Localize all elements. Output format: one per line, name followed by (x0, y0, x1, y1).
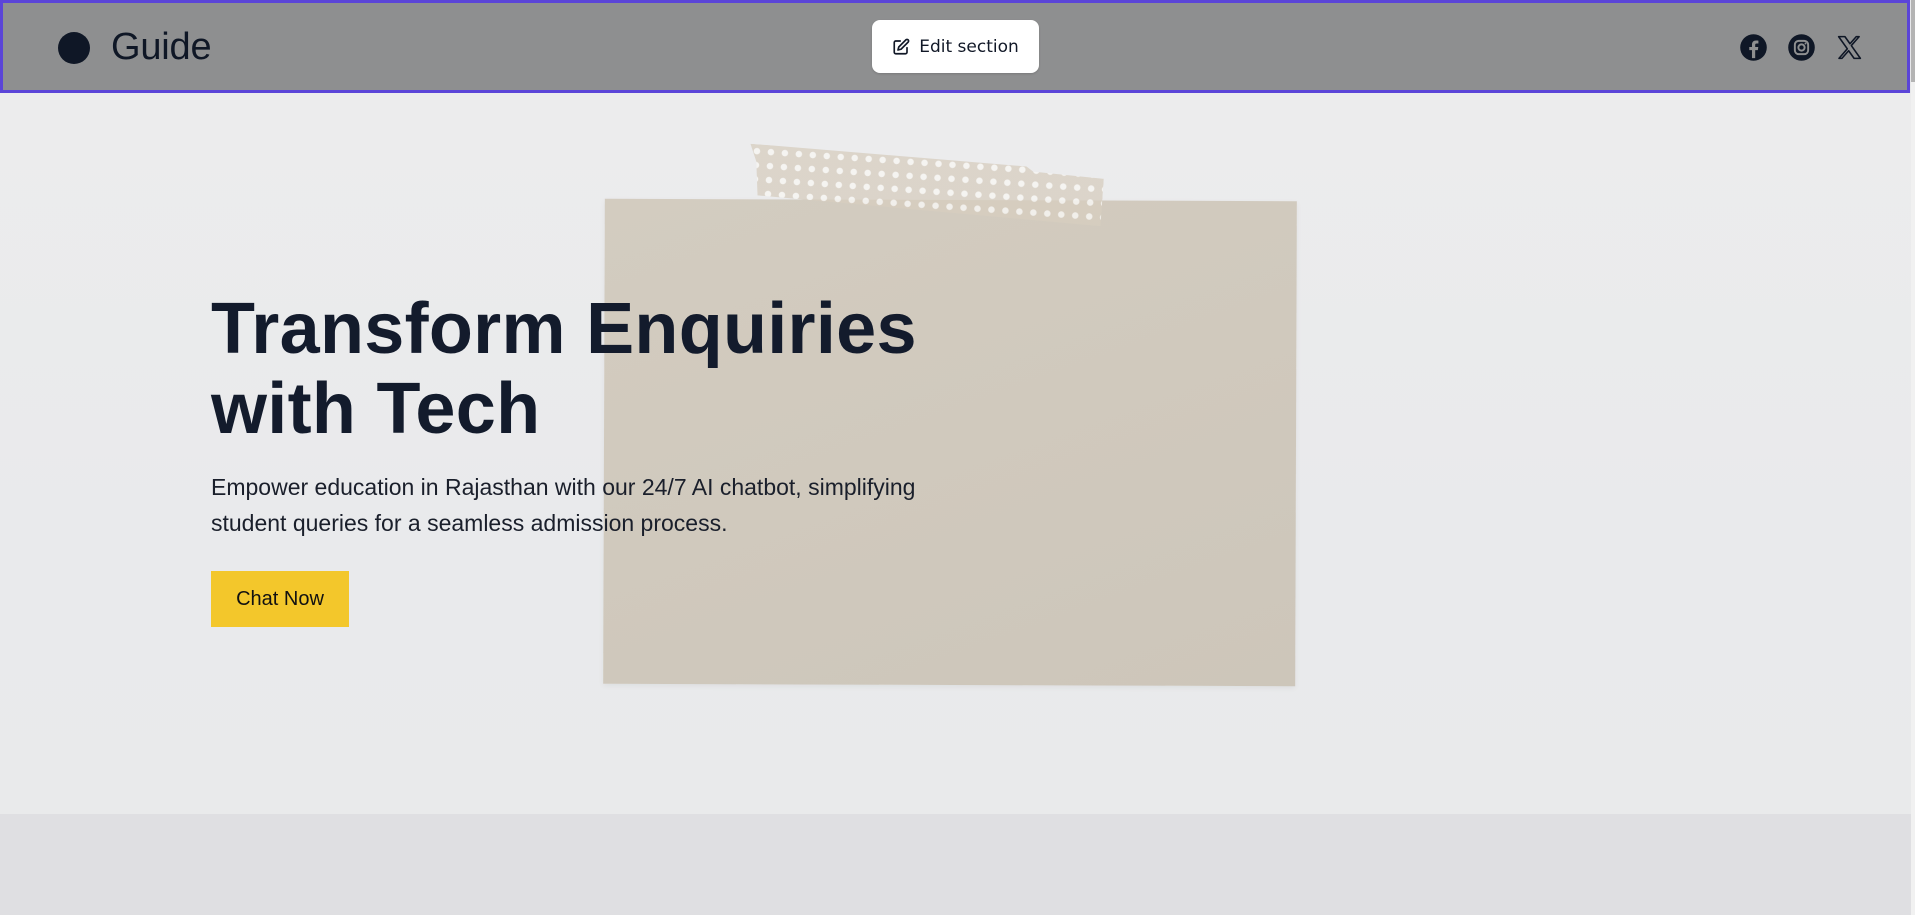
x-icon (1837, 35, 1861, 59)
brand[interactable]: Guide (58, 26, 212, 69)
hero-title: Transform Enquiries with Tech (211, 289, 1011, 449)
brand-name: Guide (111, 26, 212, 68)
site-header[interactable]: Guide Edit section (0, 0, 1910, 93)
scrollbar[interactable] (1911, 0, 1915, 915)
edit-section-button[interactable]: Edit section (872, 20, 1039, 73)
page: Guide Edit section Transform Enquiries w… (0, 0, 1911, 915)
hero-title-line-1: Transform Enquiries (211, 289, 917, 369)
edit-section-label: Edit section (919, 36, 1019, 57)
chat-now-button[interactable]: Chat Now (211, 571, 349, 627)
hero-description-line-1: Empower education in Rajasthan with our … (211, 474, 916, 500)
instagram-link[interactable] (1786, 32, 1816, 62)
hero-content: Transform Enquiries with Tech Empower ed… (211, 289, 1011, 627)
edit-icon (893, 38, 910, 55)
facebook-icon (1739, 33, 1767, 61)
hero-title-line-2: with Tech (211, 369, 541, 449)
scrollbar-thumb[interactable] (1911, 0, 1915, 82)
x-link[interactable] (1834, 32, 1864, 62)
hero-section: Transform Enquiries with Tech Empower ed… (0, 93, 1911, 814)
next-section (0, 814, 1911, 915)
instagram-icon (1787, 33, 1815, 61)
logo-dot-icon (58, 31, 90, 64)
facebook-link[interactable] (1738, 32, 1768, 62)
hero-description-line-2: student queries for a seamless admission… (211, 510, 728, 536)
hero-description: Empower education in Rajasthan with our … (211, 469, 991, 541)
social-links (1738, 32, 1882, 62)
